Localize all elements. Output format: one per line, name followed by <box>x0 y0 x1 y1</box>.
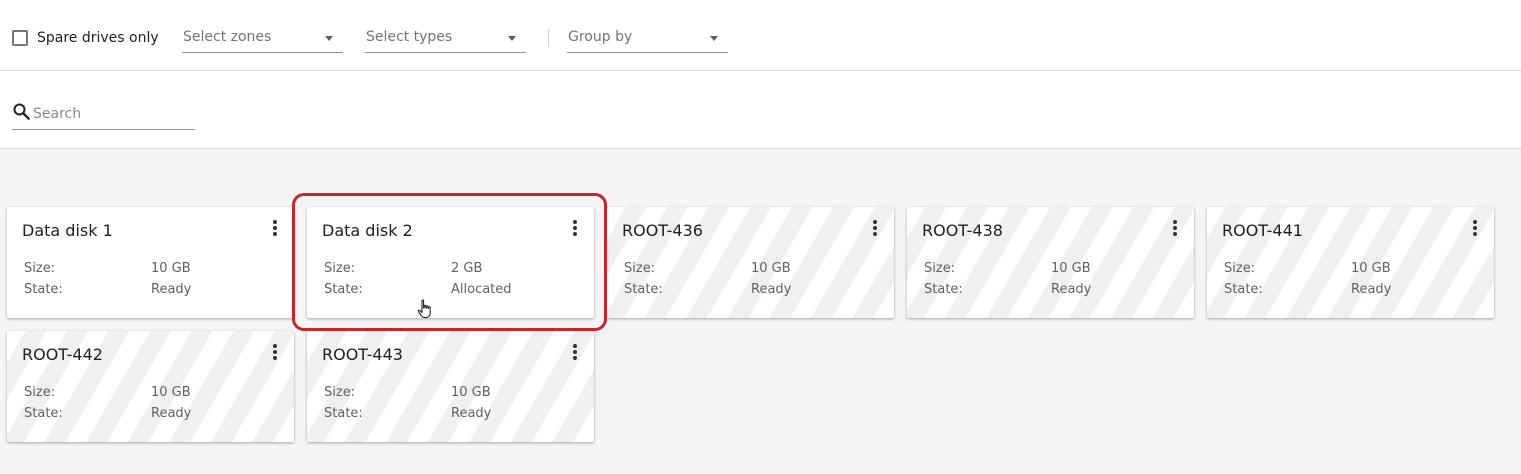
checkbox-box[interactable] <box>12 30 28 46</box>
more-vertical-icon[interactable] <box>268 344 282 360</box>
chevron-down-icon <box>325 36 333 41</box>
disk-card[interactable]: ROOT-438 Size: 10 GB State: Ready <box>907 207 1194 318</box>
size-value: 10 GB <box>1051 261 1091 276</box>
size-label: Size: <box>24 261 56 276</box>
disk-size-row: Size: 10 GB <box>24 261 191 276</box>
more-vertical-icon[interactable] <box>568 220 582 236</box>
size-label: Size: <box>1224 261 1256 276</box>
search-bar <box>0 71 1521 149</box>
disk-size-row: Size: 10 GB <box>1224 261 1391 276</box>
state-value: Allocated <box>451 282 512 297</box>
state-label: State: <box>624 282 663 297</box>
state-value: Ready <box>1051 282 1092 297</box>
disk-state-row: State: Ready <box>24 282 191 297</box>
state-value: Ready <box>1351 282 1392 297</box>
disk-card-title: Data disk 1 <box>22 221 113 240</box>
disk-size-row: Size: 2 GB <box>324 261 482 276</box>
disk-state-row: State: Allocated <box>324 282 512 297</box>
zones-select-placeholder: Select zones <box>183 29 272 45</box>
state-label: State: <box>324 282 363 297</box>
size-label: Size: <box>624 261 656 276</box>
state-value: Ready <box>751 282 792 297</box>
disk-card-title: ROOT-443 <box>322 345 403 364</box>
size-label: Size: <box>924 261 956 276</box>
disk-state-row: State: Ready <box>1224 282 1391 297</box>
size-value: 10 GB <box>1351 261 1391 276</box>
disk-state-row: State: Ready <box>624 282 791 297</box>
disk-state-row: State: Ready <box>24 406 191 421</box>
size-label: Size: <box>324 261 356 276</box>
disk-card[interactable]: ROOT-443 Size: 10 GB State: Ready <box>307 331 594 442</box>
size-value: 10 GB <box>451 385 491 400</box>
state-label: State: <box>1224 282 1263 297</box>
search-field[interactable] <box>12 99 195 130</box>
disk-card-title: ROOT-442 <box>22 345 103 364</box>
group-by-placeholder: Group by <box>568 29 633 45</box>
size-value: 10 GB <box>151 261 191 276</box>
state-value: Ready <box>451 406 492 421</box>
types-select-placeholder: Select types <box>366 29 453 45</box>
disk-size-row: Size: 10 GB <box>924 261 1091 276</box>
disk-card[interactable]: Data disk 1 Size: 10 GB State: Ready <box>7 207 294 318</box>
disk-state-row: State: Ready <box>324 406 491 421</box>
disk-state-row: State: Ready <box>924 282 1091 297</box>
more-vertical-icon[interactable] <box>868 220 882 236</box>
disk-size-row: Size: 10 GB <box>324 385 491 400</box>
disk-size-row: Size: 10 GB <box>24 385 191 400</box>
disk-card[interactable]: ROOT-436 Size: 10 GB State: Ready <box>607 207 894 318</box>
size-value: 2 GB <box>451 261 483 276</box>
types-select[interactable]: Select types <box>365 22 526 53</box>
size-value: 10 GB <box>751 261 791 276</box>
search-input[interactable] <box>33 106 193 122</box>
disk-card[interactable]: Data disk 2 Size: 2 GB State: Allocated <box>307 207 594 318</box>
size-label: Size: <box>24 385 56 400</box>
more-vertical-icon[interactable] <box>268 220 282 236</box>
toolbar-divider <box>548 29 549 47</box>
disk-size-row: Size: 10 GB <box>624 261 791 276</box>
spare-drives-label[interactable]: Spare drives only <box>37 30 159 46</box>
disk-card-title: ROOT-438 <box>922 221 1003 240</box>
disk-card-title: ROOT-441 <box>1222 221 1303 240</box>
filter-toolbar: Spare drives only Select zones Select ty… <box>0 0 1521 71</box>
search-icon <box>13 103 30 120</box>
zones-select[interactable]: Select zones <box>182 22 343 53</box>
state-label: State: <box>24 282 63 297</box>
group-by-select[interactable]: Group by <box>567 22 728 53</box>
chevron-down-icon <box>710 36 718 41</box>
state-value: Ready <box>151 406 192 421</box>
more-vertical-icon[interactable] <box>568 344 582 360</box>
size-label: Size: <box>324 385 356 400</box>
disk-card-title: ROOT-436 <box>622 221 703 240</box>
state-label: State: <box>324 406 363 421</box>
spare-drives-checkbox[interactable]: Spare drives only <box>12 30 159 46</box>
state-value: Ready <box>151 282 192 297</box>
disk-card[interactable]: ROOT-441 Size: 10 GB State: Ready <box>1207 207 1494 318</box>
state-label: State: <box>924 282 963 297</box>
chevron-down-icon <box>508 36 516 41</box>
more-vertical-icon[interactable] <box>1168 220 1182 236</box>
state-label: State: <box>24 406 63 421</box>
disk-card-title: Data disk 2 <box>322 221 413 240</box>
disk-card[interactable]: ROOT-442 Size: 10 GB State: Ready <box>7 331 294 442</box>
size-value: 10 GB <box>151 385 191 400</box>
more-vertical-icon[interactable] <box>1468 220 1482 236</box>
